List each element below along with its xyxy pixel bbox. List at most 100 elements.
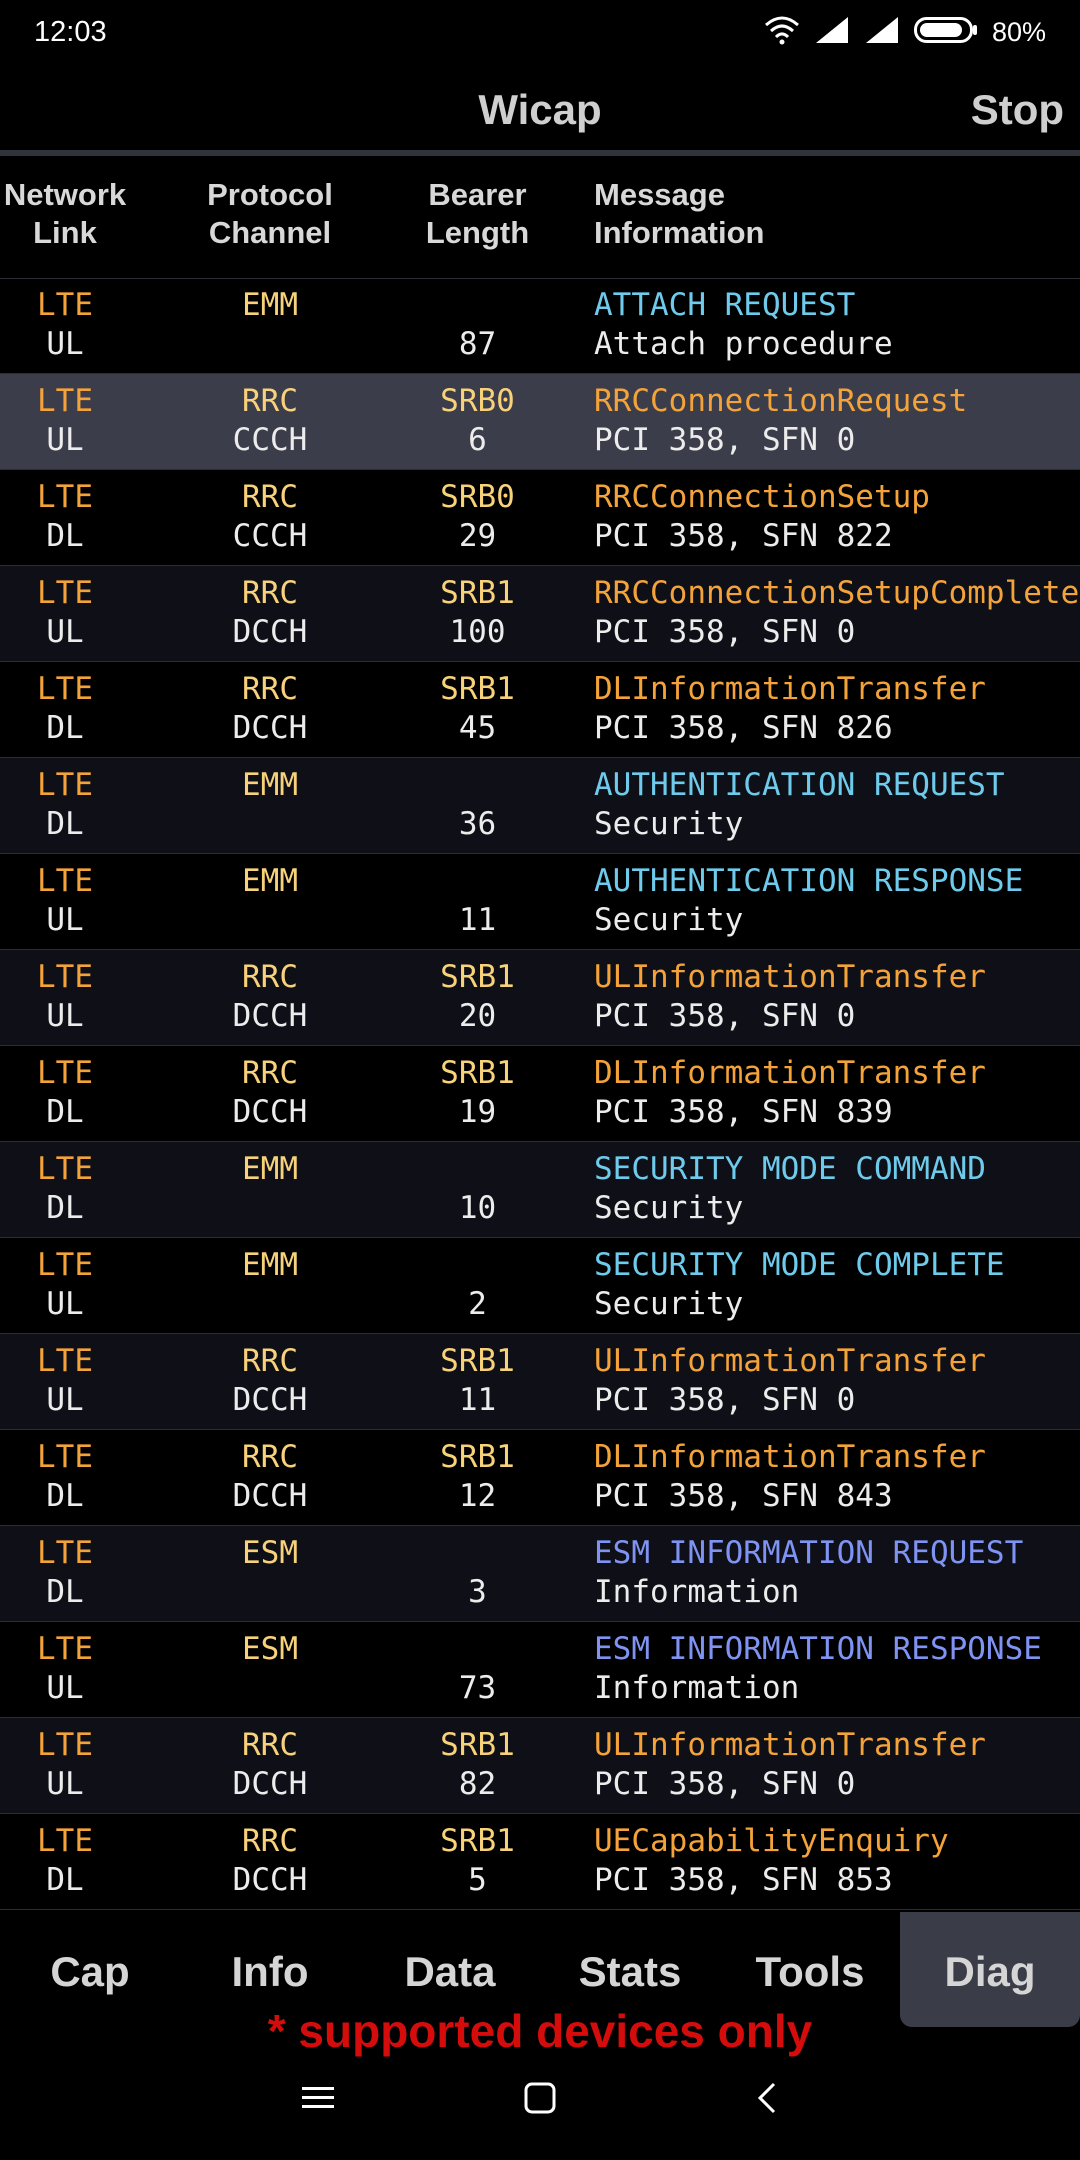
cell-info: Information bbox=[594, 1574, 800, 1610]
cell-protocol: ESM bbox=[242, 1535, 298, 1571]
column-header-length: Length bbox=[425, 215, 530, 250]
cell-link: UL bbox=[46, 902, 84, 938]
column-header-network-link[interactable]: Network Link bbox=[0, 176, 130, 252]
cell-link: UL bbox=[46, 1382, 84, 1418]
cell-channel: DCCH bbox=[232, 1766, 308, 1802]
cell-length: 6 bbox=[468, 422, 487, 458]
cell-protocol: RRC bbox=[242, 1439, 298, 1475]
table-row[interactable]: LTE DL RRC DCCH SRB1 19 DLInformationTransfer P… bbox=[0, 1046, 1080, 1142]
cell-link: DL bbox=[46, 1862, 84, 1898]
table-row[interactable]: LTE UL EMM 11 AUTHENTICATION RESPONSE Securit… bbox=[0, 854, 1080, 950]
cell-message: AUTHENTICATION RESPONSE bbox=[594, 863, 1024, 899]
cell-bearer: SRB1 bbox=[440, 1439, 515, 1475]
cell-length: 45 bbox=[458, 710, 497, 746]
cell-protocol: RRC bbox=[242, 383, 298, 419]
cell-link: DL bbox=[46, 1094, 84, 1130]
table-row[interactable]: LTE UL EMM 87 ATTACH REQUEST Attach procedure bbox=[0, 278, 1080, 374]
cell-info: Security bbox=[594, 1286, 744, 1322]
cell-length: 36 bbox=[458, 806, 497, 842]
table-row[interactable]: LTE UL RRC DCCH SRB1 82 ULInformationTransfer P… bbox=[0, 1718, 1080, 1814]
cell-link: DL bbox=[46, 1574, 84, 1610]
battery-percent: 80% bbox=[991, 16, 1046, 47]
column-header-information: Information bbox=[594, 215, 765, 250]
cell-link: UL bbox=[46, 422, 84, 458]
cell-link: UL bbox=[46, 1766, 84, 1802]
column-header-protocol: Protocol bbox=[207, 177, 333, 212]
cell-network: LTE bbox=[37, 287, 93, 323]
cell-bearer: SRB0 bbox=[440, 479, 515, 515]
cell-info: PCI 358, SFN 826 bbox=[594, 710, 893, 746]
table-row[interactable]: LTE DL RRC DCCH SRB1 45 DLInformationTransfer P… bbox=[0, 662, 1080, 758]
cell-protocol: RRC bbox=[242, 959, 298, 995]
cell-info: PCI 358, SFN 0 bbox=[594, 998, 856, 1034]
cell-length: 11 bbox=[458, 902, 497, 938]
table-row[interactable]: LTE DL ESM 3 ESM INFORMATION REQUEST Informat… bbox=[0, 1526, 1080, 1622]
cell-network: LTE bbox=[37, 959, 93, 995]
cell-protocol: EMM bbox=[242, 1151, 298, 1187]
cell-info: PCI 358, SFN 0 bbox=[594, 422, 856, 458]
cell-length: 10 bbox=[458, 1190, 497, 1226]
home-icon[interactable] bbox=[522, 2080, 558, 2121]
cell-link: DL bbox=[46, 1190, 84, 1226]
table-row[interactable]: LTE UL RRC DCCH SRB1 11 ULInformationTransfer P… bbox=[0, 1334, 1080, 1430]
cell-length: 2 bbox=[468, 1286, 487, 1322]
table-row[interactable]: LTE DL EMM 10 SECURITY MODE COMMAND Security bbox=[0, 1142, 1080, 1238]
cell-network: LTE bbox=[37, 1535, 93, 1571]
table-row[interactable]: LTE DL RRC DCCH SRB1 12 DLInformationTransfer P… bbox=[0, 1430, 1080, 1526]
cell-message: ULInformationTransfer bbox=[594, 1727, 986, 1763]
cell-length: 87 bbox=[458, 326, 497, 362]
cell-network: LTE bbox=[37, 863, 93, 899]
cell-info: PCI 358, SFN 853 bbox=[594, 1862, 893, 1898]
table-row[interactable]: LTE UL ESM 73 ESM INFORMATION RESPONSE Inform… bbox=[0, 1622, 1080, 1718]
cell-length: 100 bbox=[449, 614, 506, 650]
table-row[interactable]: LTE UL EMM 2 SECURITY MODE COMPLETE Security bbox=[0, 1238, 1080, 1334]
table-row[interactable]: LTE DL EMM 36 AUTHENTICATION REQUEST Security bbox=[0, 758, 1080, 854]
status-bar: 12:03 80% bbox=[0, 0, 1080, 66]
table-row[interactable]: LTE DL RRC DCCH SRB1 5 UECapabilityEnquiry PCI … bbox=[0, 1814, 1080, 1910]
cell-length: 82 bbox=[458, 1766, 497, 1802]
cell-message: RRCConnectionSetupComplete bbox=[594, 575, 1080, 611]
cell-length: 29 bbox=[458, 518, 497, 554]
menu-icon[interactable] bbox=[300, 2080, 336, 2121]
cell-protocol: ESM bbox=[242, 1631, 298, 1667]
cell-length: 73 bbox=[458, 1670, 497, 1706]
cell-bearer: SRB1 bbox=[440, 575, 515, 611]
cell-message: RRCConnectionRequest bbox=[594, 383, 968, 419]
cell-info: PCI 358, SFN 839 bbox=[594, 1094, 893, 1130]
cell-message: DLInformationTransfer bbox=[594, 1439, 986, 1475]
cell-channel: DCCH bbox=[232, 1478, 308, 1514]
message-list[interactable]: LTE UL EMM 87 ATTACH REQUEST Attach procedure… bbox=[0, 278, 1080, 1912]
column-header-protocol-channel[interactable]: Protocol Channel bbox=[170, 176, 370, 252]
cell-protocol: RRC bbox=[242, 1823, 298, 1859]
signal-icon-2 bbox=[864, 15, 900, 50]
column-header-message-information[interactable]: Message Information bbox=[594, 176, 1054, 252]
cell-network: LTE bbox=[37, 671, 93, 707]
signal-icon bbox=[814, 15, 850, 50]
cell-info: Attach procedure bbox=[594, 326, 893, 362]
cell-link: UL bbox=[46, 614, 84, 650]
table-row[interactable]: LTE UL RRC DCCH SRB1 100 RRCConnectionSetupCom… bbox=[0, 566, 1080, 662]
table-row[interactable]: LTE DL RRC CCCH SRB0 29 RRCConnectionSetup PCI … bbox=[0, 470, 1080, 566]
battery-icon bbox=[913, 15, 978, 50]
cell-bearer: SRB1 bbox=[440, 1727, 515, 1763]
back-icon[interactable] bbox=[750, 2080, 786, 2121]
cell-channel: DCCH bbox=[232, 710, 308, 746]
column-header-bearer-length[interactable]: Bearer Length bbox=[380, 176, 575, 252]
cell-network: LTE bbox=[37, 575, 93, 611]
table-row[interactable]: LTE UL RRC CCCH SRB0 6 RRCConnectionRequest PCI… bbox=[0, 374, 1080, 470]
stop-button[interactable]: Stop bbox=[971, 86, 1064, 134]
cell-info: Security bbox=[594, 806, 744, 842]
cell-protocol: RRC bbox=[242, 671, 298, 707]
cell-channel: DCCH bbox=[232, 1382, 308, 1418]
cell-message: SECURITY MODE COMMAND bbox=[594, 1151, 986, 1187]
column-headers: Network Link Protocol Channel Bearer Len… bbox=[0, 162, 1080, 279]
cell-channel: DCCH bbox=[232, 1862, 308, 1898]
column-header-network: Network bbox=[3, 177, 127, 212]
cell-message: DLInformationTransfer bbox=[594, 1055, 986, 1091]
cell-link: DL bbox=[46, 1478, 84, 1514]
cell-network: LTE bbox=[37, 1055, 93, 1091]
table-row[interactable]: LTE UL RRC DCCH SRB1 20 ULInformationTransfer P… bbox=[0, 950, 1080, 1046]
column-header-message: Message bbox=[594, 177, 725, 212]
cell-message: ESM INFORMATION REQUEST bbox=[594, 1535, 1024, 1571]
cell-network: LTE bbox=[37, 1631, 93, 1667]
